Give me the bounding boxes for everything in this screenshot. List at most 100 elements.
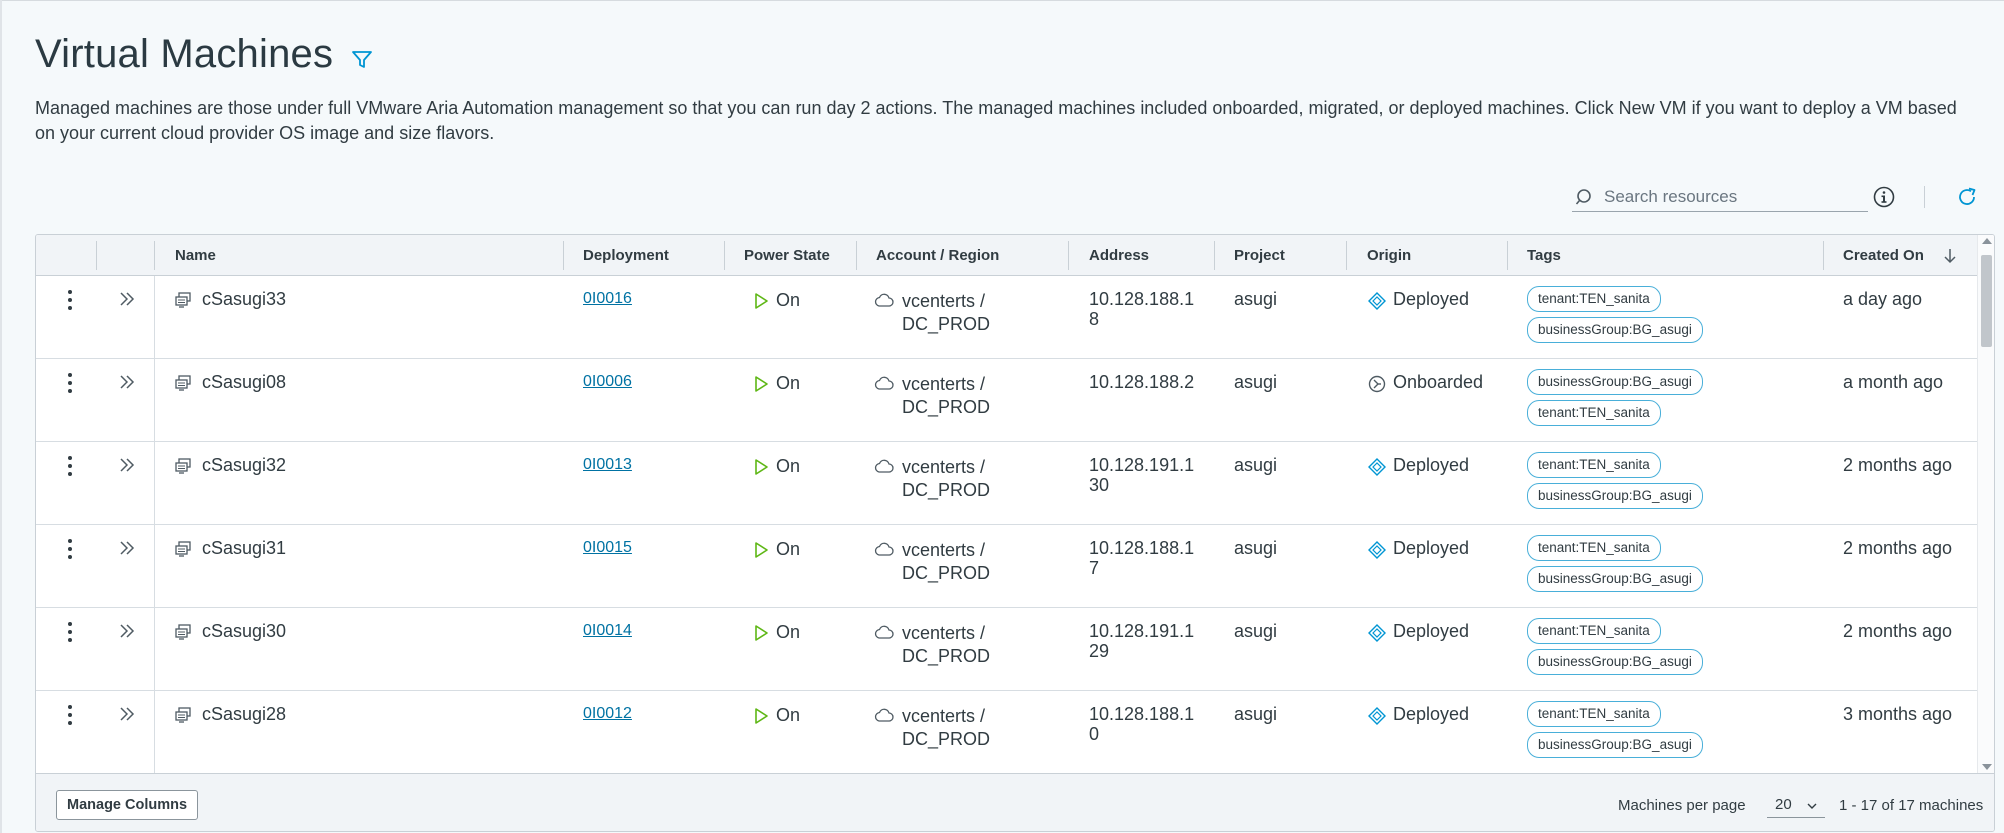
column-separator[interactable] (563, 241, 564, 270)
vertical-scrollbar[interactable] (1977, 235, 1994, 773)
expand-row-icon[interactable] (116, 454, 138, 476)
column-header-address[interactable]: Address (1089, 235, 1149, 276)
search-box[interactable] (1572, 182, 1868, 212)
tag-chip[interactable]: tenant:TEN_sanita (1527, 400, 1661, 426)
vm-icon (174, 540, 192, 558)
table-row: cSasugi31 0I0015 On vcenterts / DC_PROD 1… (36, 525, 1977, 608)
ip-address: 10.128.191.130 (1089, 455, 1195, 495)
origin: Deployed (1393, 455, 1470, 475)
tag-chip[interactable]: tenant:TEN_sanita (1527, 535, 1661, 561)
region-name: DC_PROD (902, 646, 991, 666)
region-name: DC_PROD (902, 397, 991, 417)
per-page-select[interactable]: 20 (1767, 792, 1825, 818)
row-actions-icon[interactable] (62, 371, 78, 395)
column-separator[interactable] (724, 241, 725, 270)
column-separator[interactable] (1214, 241, 1215, 270)
deployment-link[interactable]: 0I0015 (583, 539, 632, 557)
expand-row-icon[interactable] (116, 620, 138, 642)
tag-chip[interactable]: businessGroup:BG_asugi (1527, 483, 1703, 509)
power-state: On (776, 456, 801, 476)
expand-row-icon[interactable] (116, 371, 138, 393)
top-border (0, 0, 2004, 4)
expand-row-icon[interactable] (116, 537, 138, 559)
tag-chip[interactable]: tenant:TEN_sanita (1527, 618, 1661, 644)
page-description: Managed machines are those under full VM… (35, 98, 1957, 143)
sort-descending-icon[interactable] (1942, 247, 1958, 265)
column-header-created-on[interactable]: Created On (1843, 235, 1924, 276)
column-separator[interactable] (1507, 241, 1508, 270)
tag-chip[interactable]: businessGroup:BG_asugi (1527, 649, 1703, 675)
deployed-icon (1367, 291, 1387, 311)
power-on-icon (752, 292, 770, 310)
column-header-origin[interactable]: Origin (1367, 235, 1411, 276)
column-header-account-region[interactable]: Account / Region (876, 235, 999, 276)
account-name: vcenterts / (902, 706, 986, 726)
created-on: a month ago (1843, 372, 1944, 392)
vm-name: cSasugi31 (202, 538, 287, 558)
created-on: 3 months ago (1843, 704, 1953, 724)
account-region: vcenterts / DC_PROD (902, 290, 990, 336)
column-header-tags[interactable]: Tags (1527, 235, 1561, 276)
row-divider (154, 691, 155, 773)
deployment-link[interactable]: 0I0014 (583, 622, 632, 640)
tag-list: tenant:TEN_sanita businessGroup:BG_asugi (1527, 618, 1703, 675)
column-separator[interactable] (856, 241, 857, 270)
row-actions-icon[interactable] (62, 288, 78, 312)
row-actions-icon[interactable] (62, 620, 78, 644)
power-on-icon (752, 624, 770, 642)
deployment-link[interactable]: 0I0016 (583, 290, 632, 308)
column-header-project[interactable]: Project (1234, 235, 1285, 276)
filter-icon[interactable] (349, 46, 375, 72)
ip-address: 10.128.188.18 (1089, 289, 1195, 329)
column-header-name[interactable]: Name (175, 235, 216, 276)
expand-row-icon[interactable] (116, 288, 138, 310)
scroll-thumb[interactable] (1981, 255, 1992, 347)
deployment-link[interactable]: 0I0012 (583, 705, 632, 723)
cloud-icon (874, 707, 894, 723)
info-icon[interactable] (1872, 185, 1896, 209)
table-row: cSasugi08 0I0006 On vcenterts / DC_PROD 1… (36, 359, 1977, 442)
row-actions-icon[interactable] (62, 703, 78, 727)
account-region: vcenterts / DC_PROD (902, 539, 990, 585)
refresh-icon[interactable] (1955, 185, 1979, 209)
table-row: cSasugi30 0I0014 On vcenterts / DC_PROD 1… (36, 608, 1977, 691)
project-name: asugi (1234, 704, 1278, 724)
tag-chip[interactable]: tenant:TEN_sanita (1527, 452, 1661, 478)
tag-list: tenant:TEN_sanita businessGroup:BG_asugi (1527, 286, 1703, 343)
account-region: vcenterts / DC_PROD (902, 705, 990, 751)
tag-chip[interactable]: tenant:TEN_sanita (1527, 701, 1661, 727)
created-on: 2 months ago (1843, 621, 1953, 641)
deployment-link[interactable]: 0I0013 (583, 456, 632, 474)
row-actions-icon[interactable] (62, 537, 78, 561)
scroll-up-icon[interactable] (1982, 238, 1992, 244)
column-separator[interactable] (1346, 241, 1347, 270)
column-header-power-state[interactable]: Power State (744, 235, 830, 276)
column-header-deployment[interactable]: Deployment (583, 235, 669, 276)
tag-chip[interactable]: businessGroup:BG_asugi (1527, 317, 1703, 343)
deployed-icon (1367, 706, 1387, 726)
power-on-icon (752, 458, 770, 476)
vm-datagrid: Name Deployment Power State Account / Re… (35, 234, 1995, 832)
page-header: Virtual Machines (35, 32, 375, 77)
row-actions-icon[interactable] (62, 454, 78, 478)
tag-list: tenant:TEN_sanita businessGroup:BG_asugi (1527, 452, 1703, 509)
search-input[interactable] (1604, 186, 1864, 207)
column-separator[interactable] (1068, 241, 1069, 270)
pagination-range: 1 - 17 of 17 machines (1839, 797, 1984, 814)
deployed-icon (1367, 457, 1387, 477)
account-name: vcenterts / (902, 374, 986, 394)
expand-row-icon[interactable] (116, 703, 138, 725)
account-name: vcenterts / (902, 623, 986, 643)
tag-chip[interactable]: businessGroup:BG_asugi (1527, 732, 1703, 758)
project-name: asugi (1234, 455, 1278, 475)
column-separator[interactable] (1823, 241, 1824, 270)
tag-chip[interactable]: tenant:TEN_sanita (1527, 286, 1661, 312)
deployment-link[interactable]: 0I0006 (583, 373, 632, 391)
scroll-down-icon[interactable] (1982, 764, 1992, 770)
tag-chip[interactable]: businessGroup:BG_asugi (1527, 566, 1703, 592)
row-divider (154, 276, 155, 359)
tag-chip[interactable]: businessGroup:BG_asugi (1527, 369, 1703, 395)
manage-columns-button[interactable]: Manage Columns (56, 790, 199, 820)
region-name: DC_PROD (902, 314, 991, 334)
power-on-icon (752, 375, 770, 393)
